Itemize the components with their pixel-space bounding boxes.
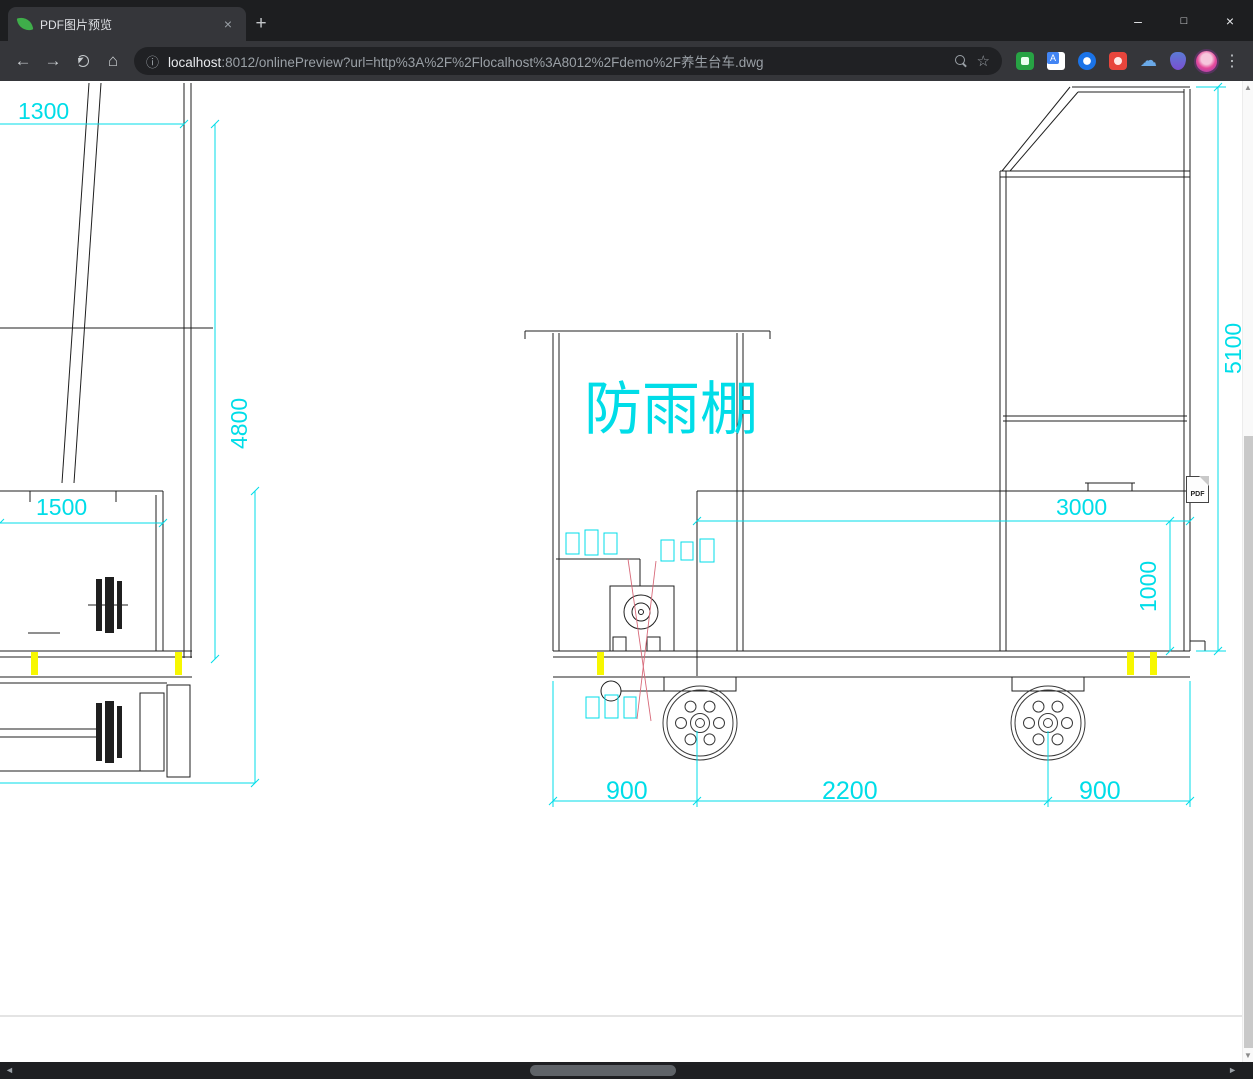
cad-highlight-marks xyxy=(31,652,1157,675)
cad-left-machinery xyxy=(96,577,122,763)
vertical-scroll-thumb[interactable] xyxy=(1244,436,1253,1048)
extension-green-icon[interactable] xyxy=(1016,52,1034,70)
vertical-scrollbar[interactable]: ▲ ▼ xyxy=(1242,81,1253,1062)
dim-900-left: 900 xyxy=(606,777,648,805)
dim-2200: 2200 xyxy=(822,777,878,805)
scroll-up-arrow-icon[interactable]: ▲ xyxy=(1243,83,1253,92)
browser-toolbar: ← → ⌂ ⓘ localhost:8012/onlinePreview?url… xyxy=(0,41,1253,81)
dim-4800: 4800 xyxy=(226,398,252,449)
window-controls: – □ × xyxy=(1115,0,1253,41)
scroll-left-arrow-icon[interactable]: ◄ xyxy=(5,1065,14,1075)
dim-1500: 1500 xyxy=(36,494,87,520)
window-close-button[interactable]: × xyxy=(1207,0,1253,41)
new-tab-button[interactable]: + xyxy=(246,7,276,41)
horizontal-scrollbar[interactable]: ◄ ► xyxy=(0,1062,1253,1079)
home-button[interactable]: ⌂ xyxy=(98,46,128,76)
scroll-down-arrow-icon[interactable]: ▼ xyxy=(1243,1051,1253,1060)
dim-3000: 3000 xyxy=(1056,494,1107,520)
forward-button[interactable]: → xyxy=(38,46,68,76)
page-content: 1300 4800 1500 防雨棚 5100 3000 1000 900 22… xyxy=(0,81,1253,1079)
reload-button[interactable] xyxy=(68,46,98,76)
dim-1000: 1000 xyxy=(1135,561,1161,612)
browser-titlebar: PDF图片预览 × + – □ × xyxy=(0,0,1253,41)
pdf-download-badge[interactable]: PDF xyxy=(1186,476,1209,503)
site-info-icon[interactable]: ⓘ xyxy=(146,52,159,71)
translate-extension-icon[interactable] xyxy=(1047,52,1065,70)
dim-1300: 1300 xyxy=(18,98,69,124)
canopy-label: 防雨棚 xyxy=(584,377,758,442)
back-button[interactable]: ← xyxy=(8,46,38,76)
horizontal-scroll-thumb[interactable] xyxy=(530,1065,676,1076)
url-domain: localhost xyxy=(168,55,222,70)
tab-close-icon[interactable]: × xyxy=(220,16,236,32)
browser-menu-icon[interactable]: ⋮ xyxy=(1219,51,1245,71)
url-text: localhost:8012/onlinePreview?url=http%3A… xyxy=(168,51,945,71)
extension-red-icon[interactable] xyxy=(1109,52,1127,70)
tab-title: PDF图片预览 xyxy=(40,17,113,32)
reload-icon xyxy=(77,55,89,67)
address-bar[interactable]: ⓘ localhost:8012/onlinePreview?url=http%… xyxy=(134,47,1002,75)
tab-favicon-leaf-icon xyxy=(16,15,34,33)
cad-drawing: 1300 4800 1500 防雨棚 5100 3000 1000 900 22… xyxy=(0,82,1253,1017)
shield-extension-icon[interactable] xyxy=(1170,52,1186,70)
extensions-area: ☁ xyxy=(1008,52,1194,70)
extension-blue-circle-icon[interactable] xyxy=(1078,52,1096,70)
window-minimize-button[interactable]: – xyxy=(1115,0,1161,41)
dim-900-right: 900 xyxy=(1079,777,1121,805)
scroll-right-arrow-icon[interactable]: ► xyxy=(1228,1065,1237,1075)
bookmark-star-icon[interactable]: ☆ xyxy=(977,52,990,70)
window-maximize-button[interactable]: □ xyxy=(1161,0,1207,41)
zoom-icon[interactable] xyxy=(954,54,968,68)
browser-tab[interactable]: PDF图片预览 × xyxy=(8,7,246,41)
url-path: :8012/onlinePreview?url=http%3A%2F%2Floc… xyxy=(221,55,764,70)
profile-avatar[interactable] xyxy=(1194,48,1219,74)
wheel-left xyxy=(662,685,738,761)
cloud-extension-icon[interactable]: ☁ xyxy=(1140,52,1157,70)
